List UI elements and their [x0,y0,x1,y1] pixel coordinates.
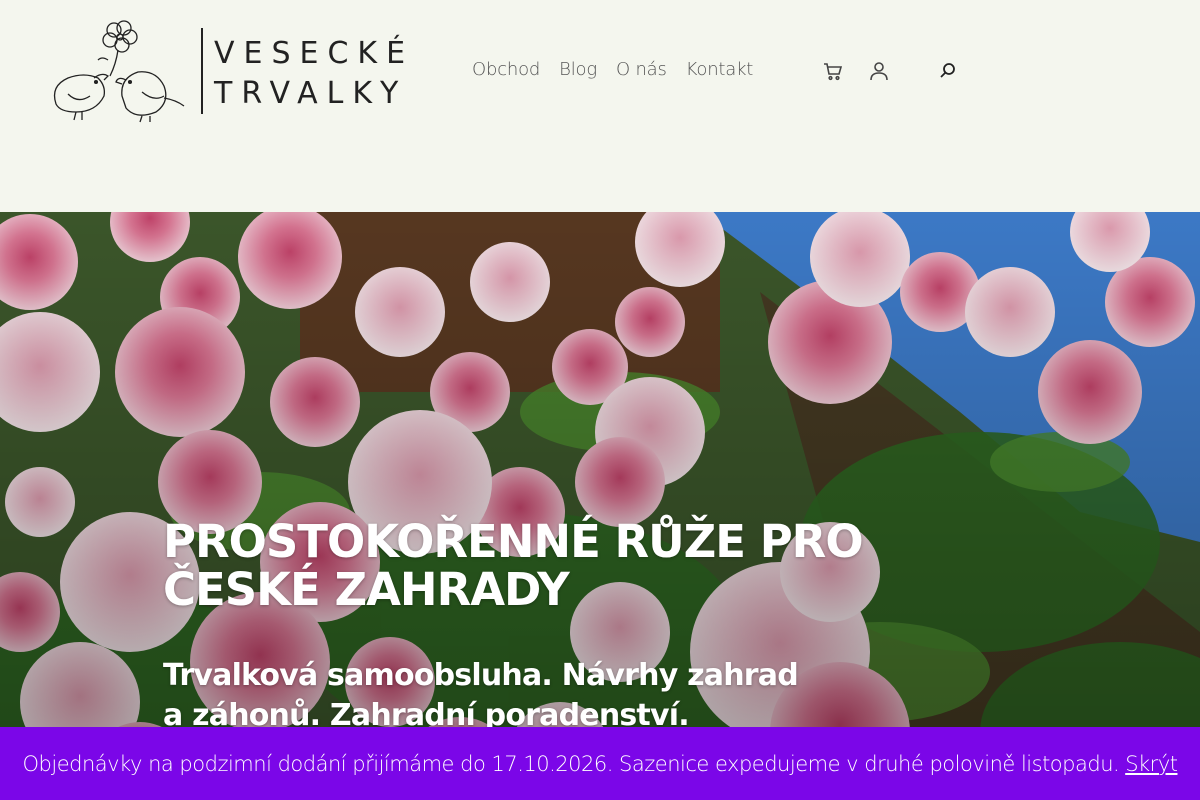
nav-item-blog[interactable]: Blog [559,59,597,80]
site-header: VESECKÉ TRVALKY Obchod Blog O nás Kontak… [0,0,1200,212]
brand-line-2: TRVALKY [214,76,408,111]
account-icon[interactable] [868,60,890,82]
brand-name: VESECKÉ TRVALKY [214,34,414,114]
birds-illustration [53,20,185,123]
main-navigation: Obchod Blog O nás Kontakt [472,59,753,80]
cart-icon[interactable] [822,60,844,82]
notice-text: Objednávky na podzimní dodání přijímáme … [22,751,1120,776]
nav-item-o-nas[interactable]: O nás [616,59,667,80]
nav-item-kontakt[interactable]: Kontakt [686,59,754,80]
site-logo[interactable]: VESECKÉ TRVALKY [46,16,406,124]
hero-title: PROSTOKOŘENNÉ RŮŽE PRO ČESKÉ ZAHRADY [163,515,864,616]
logo-divider [201,28,203,114]
hero-subtitle: Trvalková samoobsluha. Návrhy zahrad a z… [163,658,799,733]
hero-banner: PROSTOKOŘENNÉ RŮŽE PRO ČESKÉ ZAHRADY Trv… [0,212,1200,800]
shipping-notice-banner: Objednávky na podzimní dodání přijímáme … [0,727,1200,800]
nav-item-obchod[interactable]: Obchod [472,59,540,80]
brand-line-1: VESECKÉ [214,36,415,71]
search-icon[interactable] [937,60,959,82]
dismiss-notice-link[interactable]: Skrýt [1125,752,1178,776]
